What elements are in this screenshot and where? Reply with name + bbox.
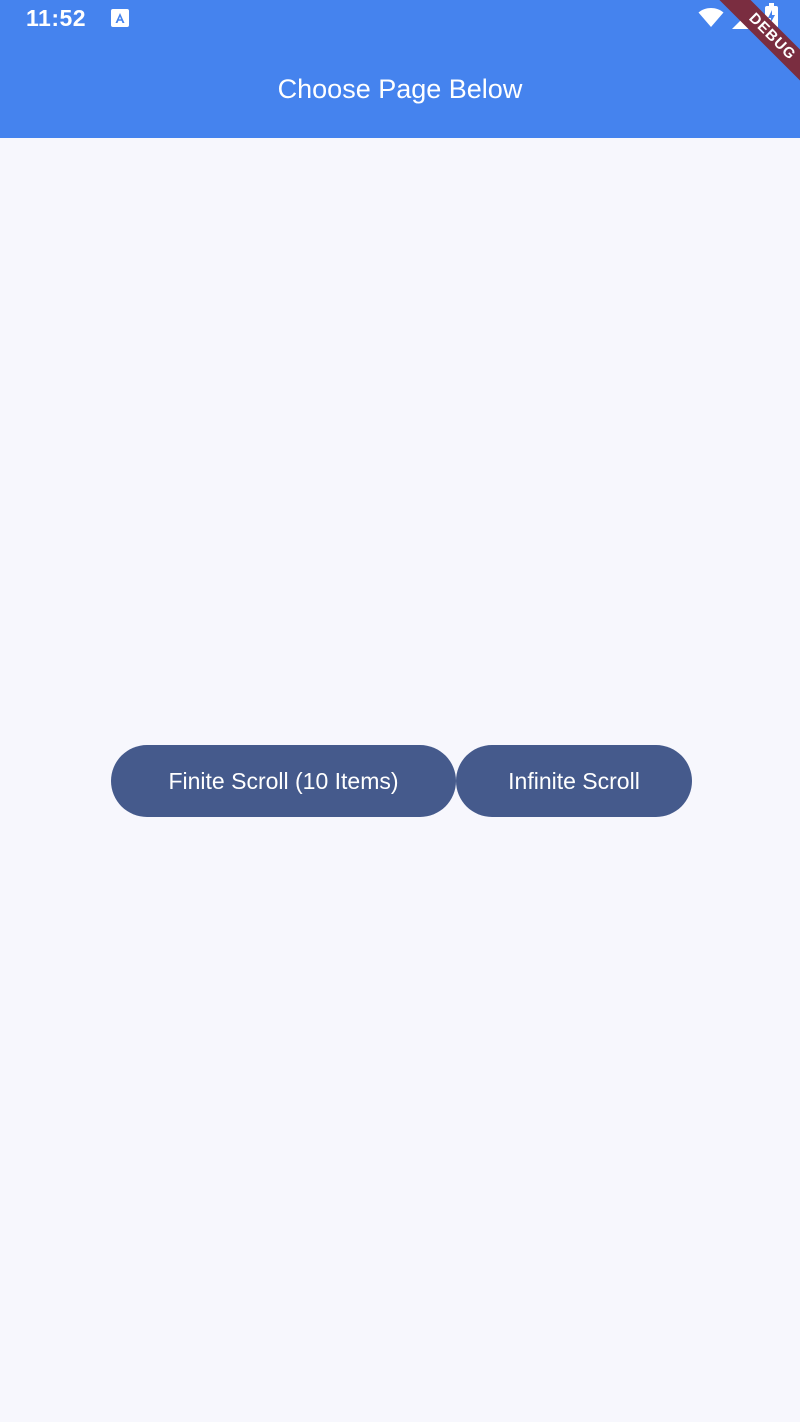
a-icon	[111, 9, 129, 27]
debug-banner: DEBUG	[700, 0, 800, 100]
status-bar: 11:52	[0, 0, 800, 40]
app-screen: 11:52 Choose Page Below DEBUG Finite Scr…	[0, 0, 800, 1422]
button-row: Finite Scroll (10 Items) Infinite Scroll	[111, 745, 692, 817]
app-bar: 11:52 Choose Page Below	[0, 0, 800, 138]
page-title: Choose Page Below	[277, 74, 523, 104]
debug-label: DEBUG	[711, 0, 800, 98]
finite-scroll-button[interactable]: Finite Scroll (10 Items)	[111, 745, 456, 817]
infinite-scroll-button[interactable]: Infinite Scroll	[456, 745, 692, 817]
status-time: 11:52	[26, 5, 87, 31]
